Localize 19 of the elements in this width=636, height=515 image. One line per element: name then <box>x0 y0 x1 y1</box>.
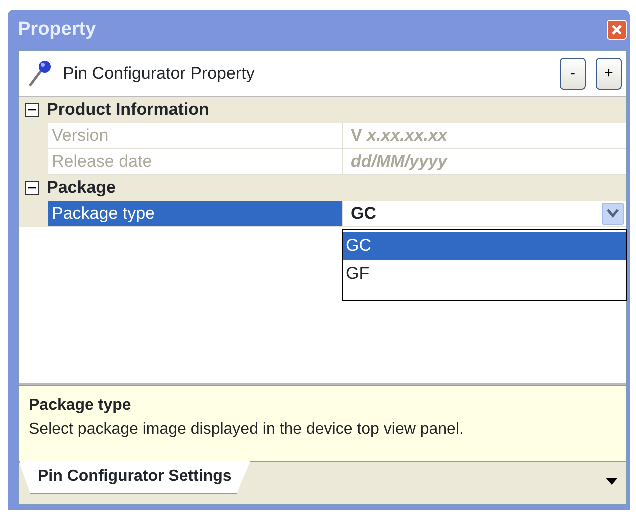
dropdown-option[interactable]: GC <box>343 232 626 260</box>
zoom-button[interactable]: + <box>596 58 622 90</box>
property-value: V x.xx.xx.xx <box>351 124 448 147</box>
window-title: Property <box>18 18 96 42</box>
description-title: Package type <box>29 396 132 416</box>
property-value[interactable]: GC <box>351 200 376 226</box>
tab[interactable]: Pin Configurator Settings <box>19 461 251 494</box>
dropdown-button[interactable] <box>602 202 624 224</box>
zoom-button[interactable]: - <box>560 58 586 90</box>
category-label: Package <box>47 177 116 200</box>
panel-header-title: Pin Configurator Property <box>63 62 256 85</box>
pushpin-icon <box>27 58 53 88</box>
property-name[interactable]: Package type <box>48 201 343 227</box>
category-label: Product Information <box>47 99 210 122</box>
description-text: Select package image displayed in the device top view panel. <box>29 420 465 440</box>
chevron-icon <box>607 209 619 218</box>
property-value: dd/MM/yyyy <box>351 150 448 173</box>
close-icon[interactable] <box>607 20 627 40</box>
dropdown-option[interactable]: GF <box>343 260 626 288</box>
